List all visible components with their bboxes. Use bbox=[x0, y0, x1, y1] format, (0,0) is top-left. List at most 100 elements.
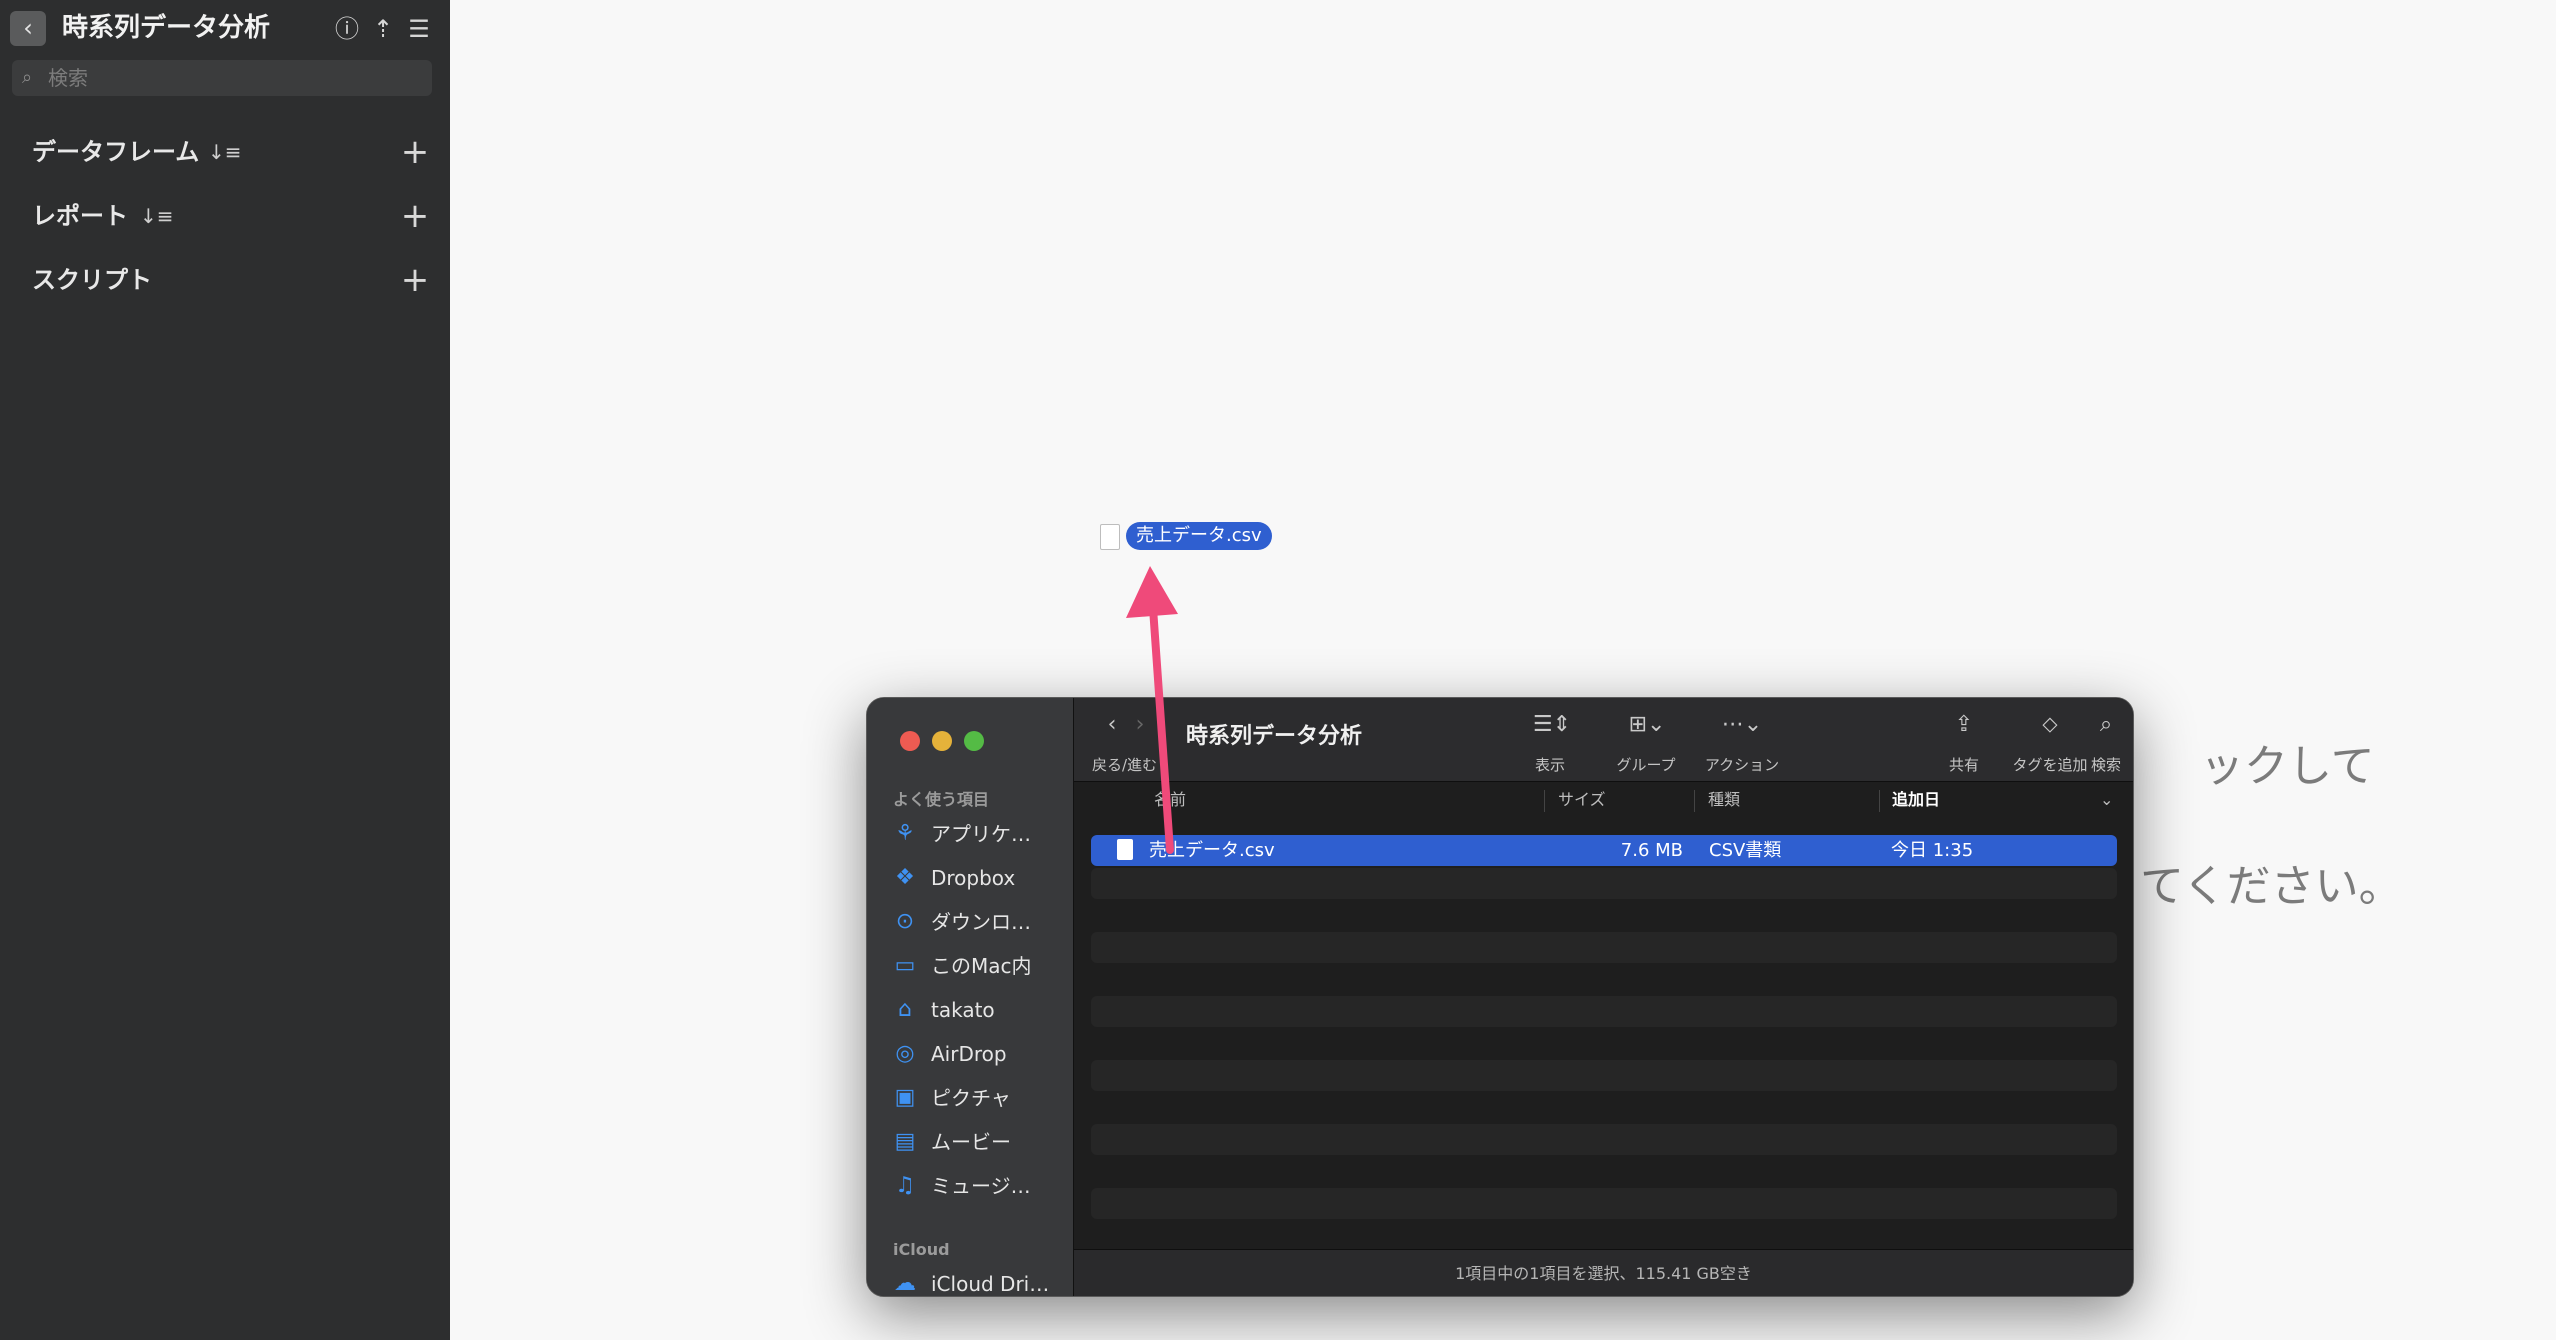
pictures-icon: ▣ bbox=[894, 1085, 916, 1110]
column-date-added[interactable]: 追加日 bbox=[1892, 782, 1940, 818]
finder-toolbar: ‹ › 戻る/進む 時系列データ分析 ☰⇕ 表示 ⊞⌄ グループ ⋯⌄ アクショ… bbox=[1074, 698, 2133, 782]
music-icon: ♫ bbox=[895, 1173, 915, 1198]
folder-icon: ▭ bbox=[894, 953, 916, 978]
app-sidebar: ‹ 時系列データ分析 ⓘ ⇡ ☰ ⌕ 検索 データフレーム ↓≡ + レポート … bbox=[0, 0, 450, 1340]
menu-icon[interactable]: ☰ bbox=[402, 12, 436, 46]
section-label: データフレーム bbox=[32, 138, 200, 166]
sidebar-item-home[interactable]: ⌂ takato bbox=[893, 988, 1063, 1032]
empty-row bbox=[1091, 1124, 2117, 1155]
cloud-icon: ☁ bbox=[894, 1271, 916, 1296]
group-icon[interactable]: ⊞⌄ bbox=[1619, 712, 1675, 737]
icloud-heading: iCloud bbox=[893, 1240, 950, 1259]
empty-row bbox=[1091, 932, 2117, 963]
sidebar-item-label: アプリケ… bbox=[931, 822, 1031, 846]
applications-icon: ⚘ bbox=[895, 821, 915, 846]
sidebar-item-label: takato bbox=[931, 998, 995, 1022]
minimize-button[interactable] bbox=[932, 731, 952, 751]
column-divider[interactable] bbox=[1544, 790, 1545, 812]
search-icon: ⌕ bbox=[22, 67, 33, 88]
empty-row bbox=[1091, 1188, 2117, 1219]
sidebar-item-downloads[interactable]: ⊙ ダウンロ… bbox=[893, 900, 1063, 944]
forward-chevron-icon[interactable]: › bbox=[1128, 712, 1152, 737]
section-label: スクリプト bbox=[32, 266, 152, 294]
section-label: レポート bbox=[32, 202, 128, 230]
sidebar-item-applications[interactable]: ⚘ アプリケ… bbox=[893, 812, 1063, 856]
finder-title: 時系列データ分析 bbox=[1186, 724, 1363, 749]
dragged-file-icon[interactable] bbox=[1100, 524, 1120, 550]
back-chevron-icon[interactable]: ‹ bbox=[1100, 712, 1124, 737]
empty-row bbox=[1091, 1060, 2117, 1091]
add-script-icon[interactable]: + bbox=[398, 254, 432, 306]
sidebar-item-this-mac[interactable]: ▭ このMac内 bbox=[893, 944, 1063, 988]
finder-main: ‹ › 戻る/進む 時系列データ分析 ☰⇕ 表示 ⊞⌄ グループ ⋯⌄ アクショ… bbox=[1074, 698, 2133, 1296]
drop-hint-line2: てください。 bbox=[2140, 861, 2403, 912]
column-divider[interactable] bbox=[1694, 790, 1695, 812]
search-icon[interactable]: ⌕ bbox=[2094, 712, 2118, 737]
sidebar-item-dropbox[interactable]: ❖ Dropbox bbox=[893, 856, 1063, 900]
airdrop-icon: ◎ bbox=[895, 1041, 915, 1066]
home-icon: ⌂ bbox=[898, 997, 912, 1022]
action-icon[interactable]: ⋯⌄ bbox=[1714, 712, 1770, 737]
tag-icon[interactable]: ⬦ bbox=[2038, 712, 2062, 737]
file-name: 売上データ.csv bbox=[1149, 840, 1275, 861]
sort-icon[interactable]: ↓≡ bbox=[208, 126, 242, 178]
column-kind[interactable]: 種類 bbox=[1708, 782, 1740, 818]
search-label: 検索 bbox=[2090, 756, 2121, 774]
sidebar-item-movies[interactable]: ▤ ムービー bbox=[893, 1120, 1063, 1164]
back-button[interactable]: ‹ bbox=[10, 11, 46, 46]
file-kind: CSV書類 bbox=[1709, 840, 1782, 861]
sidebar-item-icloud-drive[interactable]: ☁ iCloud Dri… bbox=[893, 1262, 1063, 1296]
close-button[interactable] bbox=[900, 731, 920, 751]
zoom-button[interactable] bbox=[964, 731, 984, 751]
share-icon[interactable]: ⇪ bbox=[1952, 712, 1976, 737]
add-report-icon[interactable]: + bbox=[398, 190, 432, 242]
dragged-file-name[interactable]: 売上データ.csv bbox=[1126, 522, 1272, 550]
sidebar-item-pictures[interactable]: ▣ ピクチャ bbox=[893, 1076, 1063, 1120]
add-dataframe-icon[interactable]: + bbox=[398, 126, 432, 178]
action-label: アクション bbox=[1704, 756, 1780, 774]
column-size[interactable]: サイズ bbox=[1558, 782, 1606, 818]
share-icon[interactable]: ⇡ bbox=[366, 12, 400, 46]
sidebar-item-label: iCloud Dri… bbox=[931, 1272, 1050, 1296]
document-title: 時系列データ分析 bbox=[62, 13, 271, 43]
movies-icon: ▤ bbox=[894, 1129, 916, 1154]
share-label: 共有 bbox=[1948, 756, 1979, 774]
sidebar-item-label: ミュージ… bbox=[931, 1174, 1031, 1198]
arrow-head bbox=[1126, 566, 1178, 618]
section-scripts[interactable]: スクリプト + bbox=[0, 254, 450, 306]
chevron-down-icon[interactable]: ⌄ bbox=[2100, 782, 2113, 818]
empty-row bbox=[1091, 868, 2117, 899]
column-header: 名前 サイズ 種類 追加日 ⌄ bbox=[1074, 782, 2133, 818]
empty-row bbox=[1091, 996, 2117, 1027]
finder-window: よく使う項目 ⚘ アプリケ… ❖ Dropbox ⊙ ダウンロ… ▭ このMac… bbox=[866, 697, 2134, 1297]
dropbox-icon: ❖ bbox=[895, 865, 915, 890]
file-row[interactable]: 売上データ.csv 7.6 MB CSV書類 今日 1:35 bbox=[1091, 835, 2117, 866]
search-placeholder: 検索 bbox=[48, 66, 88, 90]
sidebar-item-music[interactable]: ♫ ミュージ… bbox=[893, 1164, 1063, 1208]
file-icon bbox=[1117, 839, 1133, 860]
downloads-icon: ⊙ bbox=[895, 909, 915, 934]
sort-icon[interactable]: ↓≡ bbox=[140, 190, 174, 242]
list-view-icon[interactable]: ☰⇕ bbox=[1524, 712, 1580, 737]
status-bar: 1項目中の1項目を選択、115.41 GB空き bbox=[1074, 1249, 2133, 1296]
group-label: グループ bbox=[1616, 756, 1676, 774]
view-label: 表示 bbox=[1534, 756, 1565, 774]
sidebar-item-label: ピクチャ bbox=[931, 1086, 1011, 1110]
sidebar-item-label: AirDrop bbox=[931, 1042, 1007, 1066]
file-date-added: 今日 1:35 bbox=[1891, 840, 1974, 861]
column-name[interactable]: 名前 bbox=[1154, 782, 1186, 818]
sidebar-item-label: ダウンロ… bbox=[931, 910, 1031, 934]
search-input[interactable]: ⌕ 検索 bbox=[12, 60, 432, 96]
info-icon[interactable]: ⓘ bbox=[330, 12, 364, 46]
sidebar-item-label: ムービー bbox=[931, 1130, 1011, 1154]
sidebar-item-label: このMac内 bbox=[931, 954, 1032, 978]
sidebar-item-airdrop[interactable]: ◎ AirDrop bbox=[893, 1032, 1063, 1076]
section-dataframes[interactable]: データフレーム ↓≡ + bbox=[0, 126, 450, 178]
favorites-heading: よく使う項目 bbox=[893, 790, 990, 809]
drop-hint-line1: ックして bbox=[2200, 741, 2375, 792]
sidebar-item-label: Dropbox bbox=[931, 866, 1016, 890]
nav-label: 戻る/進む bbox=[1092, 756, 1158, 774]
finder-sidebar: よく使う項目 ⚘ アプリケ… ❖ Dropbox ⊙ ダウンロ… ▭ このMac… bbox=[867, 698, 1074, 1296]
section-reports[interactable]: レポート ↓≡ + bbox=[0, 190, 450, 242]
column-divider[interactable] bbox=[1879, 790, 1880, 812]
